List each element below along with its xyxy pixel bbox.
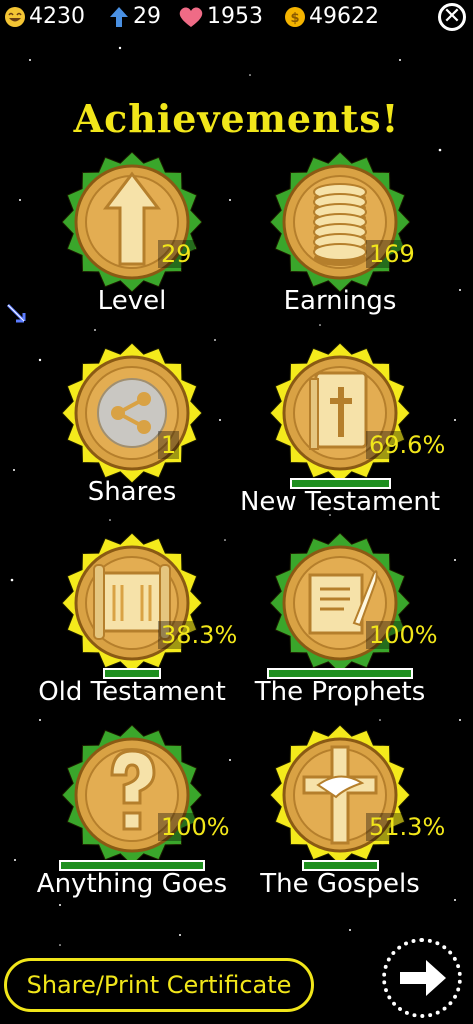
achievement-label: Earnings — [283, 286, 397, 316]
achievement-badge-the-gospels[interactable]: 51.3% — [270, 725, 449, 865]
svg-text:$: $ — [290, 11, 299, 26]
medal — [270, 343, 410, 483]
achievement-label: New Testament — [239, 487, 441, 517]
coin-icon: $ — [285, 6, 305, 27]
close-icon: ✕ — [442, 4, 462, 29]
achievement-label: Old Testament — [38, 677, 226, 707]
medal — [270, 725, 410, 865]
arrow-up-icon — [110, 6, 128, 27]
achievement-value: 169 — [366, 240, 418, 268]
emoji-stat: 4230 — [4, 4, 85, 29]
medal — [62, 533, 202, 673]
achievement-value: 100% — [366, 621, 441, 649]
share-icon — [97, 378, 167, 448]
page-title: Achievements! — [73, 96, 400, 141]
achievement-value: 29 — [158, 240, 195, 268]
coins-count: 49622 — [309, 4, 379, 29]
achievement-badge-earnings[interactable]: 169 — [270, 152, 418, 292]
next-button[interactable] — [382, 938, 462, 1018]
medal — [62, 152, 202, 292]
medal — [270, 152, 410, 292]
achievement-value: 1 — [158, 431, 180, 459]
achievement-badge-shares[interactable]: 1 — [62, 343, 202, 483]
achievement-label: The Gospels — [260, 869, 420, 899]
achievement-badge-anything-goes[interactable]: 100% — [62, 725, 233, 865]
emoji-count: 4230 — [29, 4, 85, 29]
achievement-label: Shares — [87, 477, 177, 507]
hearts-count: 1953 — [207, 4, 263, 29]
level-count: 29 — [133, 4, 161, 29]
heart-icon — [179, 6, 203, 27]
stats-bar: 4230 29 1953 $ 49622 ✕ — [0, 0, 473, 36]
achievement-label: The Prophets — [254, 677, 426, 707]
achievement-badge-the-prophets[interactable]: 100% — [270, 533, 441, 673]
medal — [62, 725, 202, 865]
achievement-value: 100% — [158, 813, 233, 841]
coins-stat: $ 49622 — [284, 4, 379, 29]
coin-stack-icon — [313, 183, 367, 266]
achievement-badge-new-testament[interactable]: 69.6% — [270, 343, 449, 483]
achievement-label: Level — [97, 286, 167, 316]
achievement-label: Anything Goes — [36, 869, 228, 899]
achievement-value: 69.6% — [366, 431, 449, 459]
medal — [270, 533, 410, 673]
hearts-stat: 1953 — [178, 4, 263, 29]
achievement-badge-level[interactable]: 29 — [62, 152, 202, 292]
achievement-badge-old-testament[interactable]: 38.3% — [62, 533, 241, 673]
share-print-certificate-button[interactable]: Share/Print Certificate — [4, 958, 314, 1012]
bible-icon — [309, 371, 368, 450]
laughing-face-icon — [5, 6, 25, 27]
medal — [62, 343, 202, 483]
achievement-value: 51.3% — [366, 813, 449, 841]
achievement-value: 38.3% — [158, 621, 241, 649]
close-button[interactable]: ✕ — [438, 3, 466, 31]
arrow-right-icon — [400, 960, 446, 996]
level-stat: 29 — [108, 4, 161, 29]
